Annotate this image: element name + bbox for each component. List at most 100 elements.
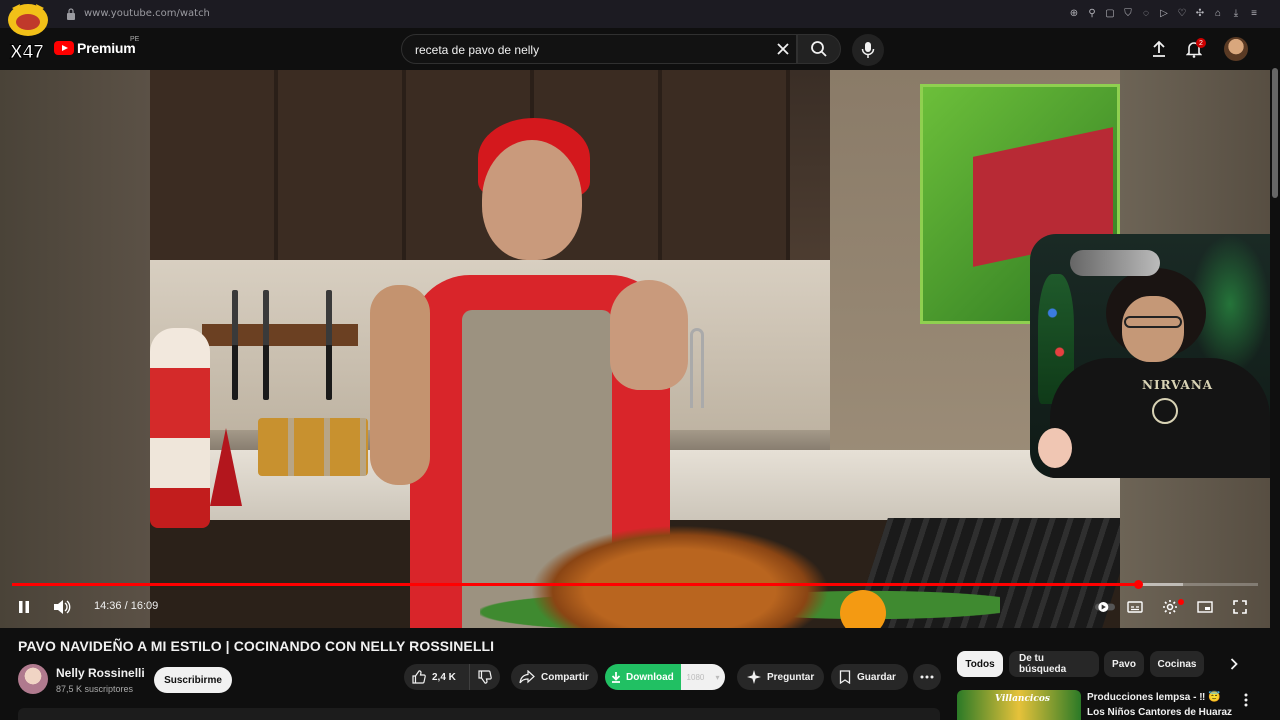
- microphone-icon: [861, 42, 875, 58]
- streamer-face: [1122, 296, 1184, 362]
- address-bar-url[interactable]: www.youtube.com/watch: [84, 8, 210, 19]
- fullscreen-button[interactable]: [1230, 597, 1250, 617]
- download-icon[interactable]: ⤓: [1230, 6, 1242, 20]
- chip-cocinas[interactable]: Cocinas: [1150, 651, 1204, 677]
- time-display: 14:36 / 16:09: [94, 600, 159, 612]
- upload-icon: [1153, 40, 1165, 57]
- search-icon: [811, 41, 827, 57]
- miniplayer-button[interactable]: [1195, 597, 1215, 617]
- knife: [232, 290, 238, 400]
- shirt-print-text: NIRVANA: [1142, 378, 1214, 392]
- recommendation-thumbnail[interactable]: Villancicos: [957, 690, 1081, 720]
- extension-icon[interactable]: ◌: [1140, 6, 1152, 20]
- santa-figurine: [150, 328, 210, 528]
- create-upload-button[interactable]: [1148, 38, 1170, 60]
- spice-jars: [258, 418, 368, 476]
- miniplayer-icon: [1197, 601, 1213, 613]
- download-main[interactable]: Download: [605, 664, 681, 690]
- autoplay-toggle[interactable]: [1095, 597, 1115, 617]
- more-horizontal-icon: [920, 675, 934, 679]
- settings-button[interactable]: [1160, 597, 1180, 617]
- chips-next-button[interactable]: [1224, 654, 1244, 674]
- knife: [326, 290, 332, 400]
- recommendation-title-line2[interactable]: Los Niños Cantores de Huaraz: [1087, 707, 1232, 718]
- shield-icon[interactable]: ⛉: [1122, 6, 1134, 20]
- glasses: [1124, 316, 1182, 328]
- studio-microphone: [1070, 250, 1160, 276]
- search-query-text: receta de pavo de nelly: [415, 43, 540, 57]
- notification-count-badge: 2: [1196, 38, 1206, 48]
- chevron-right-icon: [1230, 658, 1238, 670]
- browser-toolbar: www.youtube.com/watch ⊕ ⚲ ▢ ⛉ ◌ ▷ ♡ ✣ ⌂ …: [0, 0, 1280, 28]
- search-input[interactable]: receta de pavo de nelly: [401, 34, 797, 64]
- user-avatar[interactable]: [1224, 37, 1248, 61]
- thumbs-up-icon: [412, 670, 426, 684]
- chevron-down-icon: ▾: [715, 672, 720, 682]
- knife: [263, 290, 269, 400]
- more-actions-button[interactable]: [913, 664, 941, 690]
- recommendation-title[interactable]: Producciones lempsa - ‼ 😇: [1087, 692, 1221, 703]
- subscribe-button[interactable]: Suscribirme: [154, 667, 232, 693]
- volume-icon: [54, 600, 71, 614]
- subtitles-icon: [1127, 601, 1143, 613]
- share-button[interactable]: Compartir: [511, 664, 598, 690]
- share-label: Compartir: [541, 671, 589, 683]
- page-scrollbar[interactable]: [1270, 28, 1280, 720]
- like-dislike-group: 2,4 K: [404, 664, 500, 690]
- save-button[interactable]: Guardar: [831, 664, 908, 690]
- volume-button[interactable]: [52, 597, 72, 617]
- voice-search-button[interactable]: [852, 34, 884, 66]
- gear-icon: [1163, 600, 1177, 614]
- menu-icon[interactable]: ≡: [1248, 6, 1260, 20]
- close-icon: [777, 43, 789, 55]
- youtube-play-icon: [54, 41, 74, 55]
- ask-button[interactable]: Preguntar: [737, 664, 824, 690]
- total-time: 16:09: [130, 600, 159, 612]
- zoom-icon[interactable]: ⊕: [1068, 6, 1080, 20]
- video-blur-left: [0, 70, 150, 628]
- search-button[interactable]: [797, 34, 841, 64]
- chip-pavo[interactable]: Pavo: [1104, 651, 1144, 677]
- christmas-tree-decoration: [210, 428, 242, 506]
- bookmark-icon[interactable]: ▢: [1104, 6, 1116, 20]
- download-quality-select[interactable]: 1080 ▾: [681, 664, 725, 690]
- video-frame: [150, 70, 1120, 628]
- fullscreen-icon: [1233, 600, 1247, 614]
- thumbnail-text: Villancicos: [995, 694, 1050, 704]
- orange-slice: [840, 590, 886, 628]
- more-vertical-icon: [1244, 693, 1248, 707]
- current-time: 14:36: [94, 600, 122, 612]
- like-button[interactable]: 2,4 K: [404, 664, 470, 690]
- share-icon: [519, 670, 535, 684]
- cartoon-sticker: [1038, 428, 1072, 468]
- chip-from-search[interactable]: De tu búsqueda: [1009, 651, 1099, 677]
- chip-all[interactable]: Todos: [957, 651, 1003, 677]
- dislike-button[interactable]: [470, 670, 500, 684]
- hd-badge: [1178, 599, 1184, 605]
- account-icon[interactable]: ⌂: [1212, 6, 1224, 20]
- heart-icon[interactable]: ♡: [1176, 6, 1188, 20]
- like-count: 2,4 K: [432, 671, 456, 683]
- download-label: Download: [626, 671, 674, 683]
- progress-bar[interactable]: [12, 580, 1258, 589]
- bookmark-save-icon: [839, 670, 851, 684]
- streamer-facecam: NIRVANA: [1030, 234, 1270, 478]
- pause-button[interactable]: [14, 597, 34, 617]
- channel-avatar[interactable]: [18, 664, 48, 694]
- smiley-logo: [1152, 398, 1178, 424]
- youtube-premium-logo[interactable]: Premium PE: [54, 36, 139, 56]
- sparkle-icon: [747, 670, 761, 684]
- region-code: PE: [130, 36, 140, 43]
- autoplay-icon: [1095, 602, 1115, 612]
- play-icon[interactable]: ▷: [1158, 6, 1170, 20]
- scrollbar-thumb[interactable]: [1272, 68, 1278, 198]
- subtitles-button[interactable]: [1125, 597, 1145, 617]
- puzzle-icon[interactable]: ✣: [1194, 6, 1206, 20]
- channel-name[interactable]: Nelly Rossinelli: [56, 666, 145, 680]
- pin-icon[interactable]: ⚲: [1086, 6, 1098, 20]
- description-box-edge: [18, 708, 940, 720]
- clear-search-button[interactable]: [772, 38, 794, 60]
- download-button[interactable]: Download 1080 ▾: [605, 664, 725, 690]
- recommendation-menu-button[interactable]: [1238, 692, 1254, 708]
- x47-channel-logo: X47: [8, 4, 48, 60]
